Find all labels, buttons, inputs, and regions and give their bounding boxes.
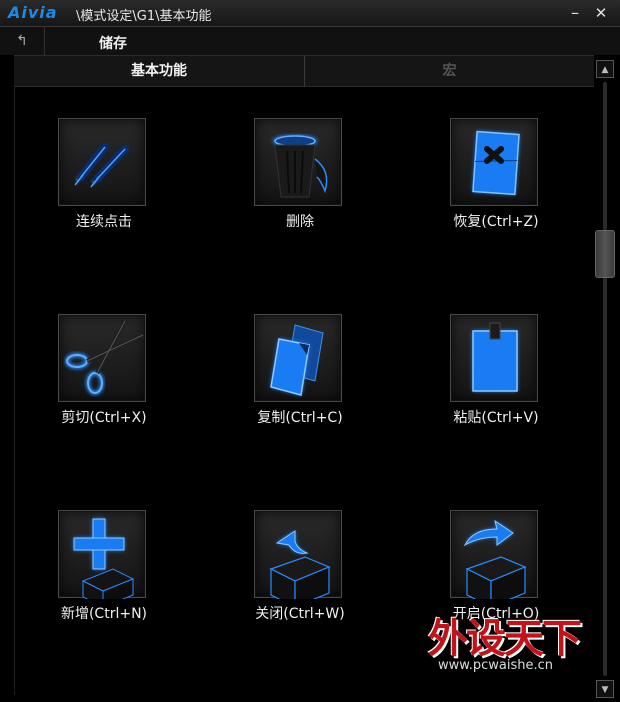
function-tile[interactable] bbox=[450, 118, 538, 206]
new-icon bbox=[73, 518, 135, 599]
function-tile[interactable] bbox=[450, 314, 538, 402]
window-title: \模式设定\G1\基本功能 bbox=[76, 9, 212, 24]
watermark-logo: 外设天下 bbox=[428, 616, 582, 662]
function-label: 删除 bbox=[286, 214, 314, 230]
scroll-up-icon[interactable]: ▲ bbox=[596, 60, 614, 78]
scroll-down-icon[interactable]: ▼ bbox=[596, 680, 614, 698]
back-button[interactable]: ↰ bbox=[0, 27, 45, 55]
watermark: 外设天下 www.pcwaishe.cn bbox=[428, 606, 608, 680]
tab-macro[interactable]: 宏 bbox=[305, 56, 594, 86]
function-tile[interactable] bbox=[254, 118, 342, 206]
tab-basic-functions[interactable]: 基本功能 bbox=[14, 56, 305, 86]
open-box-icon bbox=[463, 519, 527, 599]
function-label: 连续点击 bbox=[76, 214, 132, 230]
scrollbar[interactable]: ▲ ▼ bbox=[594, 58, 616, 700]
scissors-icon bbox=[65, 320, 144, 395]
function-new[interactable]: 新增(Ctrl+N) bbox=[34, 510, 174, 640]
function-tile[interactable] bbox=[58, 118, 146, 206]
watermark-url: www.pcwaishe.cn bbox=[438, 658, 553, 673]
close-box-icon bbox=[269, 530, 331, 599]
function-tile[interactable] bbox=[58, 314, 146, 402]
paste-icon bbox=[472, 322, 518, 392]
tab-bar: 基本功能 宏 bbox=[14, 55, 594, 87]
back-arrow-icon: ↰ bbox=[16, 33, 28, 49]
function-label: 剪切(Ctrl+X) bbox=[61, 410, 147, 426]
function-tile[interactable] bbox=[254, 510, 342, 599]
content-frame bbox=[14, 85, 15, 695]
undo-icon bbox=[472, 130, 520, 196]
minimize-button[interactable]: – bbox=[564, 2, 586, 24]
close-button[interactable]: ✕ bbox=[590, 2, 612, 24]
function-cut[interactable]: 剪切(Ctrl+X) bbox=[34, 314, 174, 444]
function-delete[interactable]: 删除 bbox=[230, 118, 370, 248]
copy-icon bbox=[270, 324, 324, 396]
pen-icon bbox=[74, 143, 129, 188]
function-copy[interactable]: 复制(Ctrl+C) bbox=[230, 314, 370, 444]
function-label: 恢复(Ctrl+Z) bbox=[453, 214, 539, 230]
title-bar: Aivia \模式设定\G1\基本功能 – ✕ bbox=[0, 0, 620, 27]
function-label: 新增(Ctrl+N) bbox=[60, 606, 148, 622]
save-button[interactable]: 储存 bbox=[99, 33, 127, 53]
trash-icon bbox=[273, 135, 328, 198]
toolbar: ↰ 储存 bbox=[0, 27, 620, 55]
function-close[interactable]: 关闭(Ctrl+W) bbox=[230, 510, 370, 640]
function-label: 粘贴(Ctrl+V) bbox=[453, 410, 539, 426]
function-tile[interactable] bbox=[254, 314, 342, 402]
app-logo: Aivia bbox=[8, 3, 58, 22]
function-continuous-click[interactable]: 连续点击 bbox=[34, 118, 174, 248]
scroll-track[interactable] bbox=[603, 82, 607, 676]
function-tile[interactable] bbox=[450, 510, 538, 599]
function-undo[interactable]: 恢复(Ctrl+Z) bbox=[426, 118, 566, 248]
function-label: 复制(Ctrl+C) bbox=[257, 410, 343, 426]
function-tile[interactable] bbox=[58, 510, 146, 599]
scroll-thumb[interactable] bbox=[595, 230, 615, 278]
function-paste[interactable]: 粘贴(Ctrl+V) bbox=[426, 314, 566, 444]
function-label: 关闭(Ctrl+W) bbox=[255, 606, 345, 622]
